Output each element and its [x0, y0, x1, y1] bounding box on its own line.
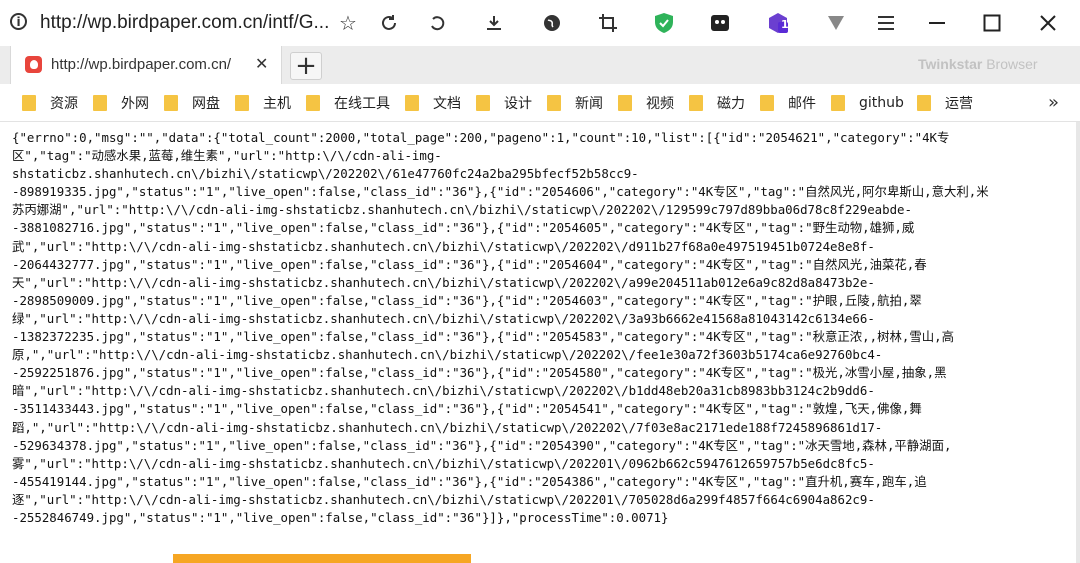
bookmark-label: 文档 — [433, 96, 461, 112]
bookmark-folder[interactable]: 磁力 — [689, 93, 745, 113]
bookmark-label: 设计 — [504, 96, 532, 112]
bookmark-label: 新闻 — [575, 96, 603, 112]
bookmarks-more-icon[interactable]: » — [1048, 92, 1059, 113]
bookmark-label: 外网 — [121, 96, 149, 112]
close-window-button[interactable] — [1033, 8, 1063, 38]
folder-icon — [235, 95, 249, 111]
folder-icon — [405, 95, 419, 111]
scrollbar-track[interactable] — [1076, 122, 1080, 563]
folder-icon — [618, 95, 632, 111]
folder-icon — [306, 95, 320, 111]
bookmark-folder[interactable]: 新闻 — [547, 93, 603, 113]
bookmark-label: 磁力 — [717, 96, 745, 112]
folder-icon — [22, 95, 36, 111]
shield-icon[interactable] — [652, 11, 676, 35]
bookmark-label: 在线工具 — [334, 96, 390, 112]
folder-icon — [476, 95, 490, 111]
bookmark-label: 主机 — [263, 96, 291, 112]
folder-icon — [760, 95, 774, 111]
site-favicon-icon — [25, 56, 42, 73]
minimize-button[interactable] — [922, 8, 952, 38]
crop-icon[interactable] — [596, 11, 620, 35]
bookmark-folder[interactable]: github — [831, 93, 904, 113]
bookmark-folder[interactable]: 视频 — [618, 93, 674, 113]
folder-icon — [547, 95, 561, 111]
browser-brand: Twinkstar Browser — [918, 56, 1038, 72]
browser-toolbar: i http://wp.birdpaper.com.cn/intf/G... ☆… — [0, 0, 1080, 46]
extension-icon[interactable] — [708, 11, 732, 35]
bookmark-label: 邮件 — [788, 96, 816, 112]
folder-icon — [831, 95, 845, 111]
bookmark-folder[interactable]: 文档 — [405, 93, 461, 113]
globe-icon[interactable] — [540, 11, 564, 35]
bookmark-folder[interactable]: 设计 — [476, 93, 532, 113]
bookmark-folder[interactable]: 资源 — [22, 93, 78, 113]
bookmark-folder[interactable]: 邮件 — [760, 93, 816, 113]
address-bar-url[interactable]: http://wp.birdpaper.com.cn/intf/G... — [40, 12, 329, 34]
folder-icon — [164, 95, 178, 111]
bookmark-label: github — [859, 95, 904, 111]
notification-count: 1 — [781, 18, 789, 31]
bookmark-label: 运营 — [945, 96, 973, 112]
tab-strip: http://wp.birdpaper.com.cn/ ✕ + Twinksta… — [0, 46, 1080, 84]
bookmark-folder[interactable]: 在线工具 — [306, 93, 390, 113]
json-response-text: {"errno":0,"msg":"","data":{"total_count… — [12, 130, 989, 525]
tab-title: http://wp.birdpaper.com.cn/ — [51, 56, 232, 73]
bookmark-label: 网盘 — [192, 96, 220, 112]
filter-icon[interactable] — [824, 11, 848, 35]
bookmark-folder[interactable]: 外网 — [93, 93, 149, 113]
bookmark-folder[interactable]: 网盘 — [164, 93, 220, 113]
bookmark-folder[interactable]: 主机 — [235, 93, 291, 113]
undo-icon[interactable] — [426, 11, 450, 35]
star-icon[interactable]: ☆ — [336, 11, 360, 35]
maximize-button[interactable] — [977, 8, 1007, 38]
menu-icon[interactable] — [874, 11, 898, 35]
tab-close-icon[interactable]: ✕ — [255, 54, 268, 73]
info-icon[interactable]: i — [10, 13, 27, 30]
browser-brand-suffix: Browser — [982, 56, 1038, 72]
tab-active[interactable]: http://wp.birdpaper.com.cn/ ✕ — [10, 46, 282, 84]
folder-icon — [917, 95, 931, 111]
bookmark-folder[interactable]: 运营 — [917, 93, 973, 113]
new-tab-button[interactable]: + — [290, 51, 322, 81]
browser-brand-name: Twinkstar — [918, 56, 983, 72]
folder-icon — [93, 95, 107, 111]
reload-icon[interactable] — [377, 11, 401, 35]
bookmark-label: 视频 — [646, 96, 674, 112]
background-page-strip — [173, 554, 471, 563]
page-content: {"errno":0,"msg":"","data":{"total_count… — [0, 122, 1080, 563]
bookmarks-bar: 资源 外网 网盘 主机 在线工具 文档 设计 新闻 视频 磁力 邮件 githu… — [0, 84, 1080, 122]
folder-icon — [689, 95, 703, 111]
download-icon[interactable] — [482, 11, 506, 35]
bookmark-label: 资源 — [50, 96, 78, 112]
notification-icon[interactable]: 1 — [766, 11, 790, 35]
